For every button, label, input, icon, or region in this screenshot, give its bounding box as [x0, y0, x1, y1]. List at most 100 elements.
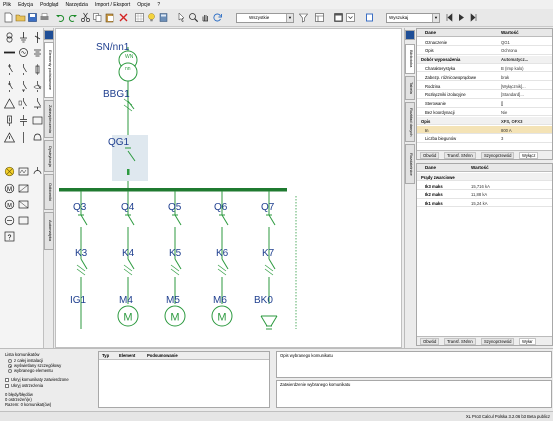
tab-obwod[interactable]: Obwód [420, 152, 440, 159]
ups-symbol-icon[interactable] [17, 182, 30, 195]
paste-icon[interactable] [104, 12, 115, 23]
messages-table[interactable]: Typ Element Podsumowanie [98, 351, 270, 408]
rcd-symbol-icon[interactable] [31, 80, 44, 93]
lamp-off-icon[interactable] [17, 131, 30, 144]
switch-symbol-icon[interactable] [17, 63, 30, 76]
property-row[interactable]: Rodzina [Wyłącznik]... [417, 82, 552, 90]
tab-szynoprzewod[interactable]: Szynoprzewód [481, 338, 515, 345]
col-podsumowanie[interactable]: Podsumowanie [147, 353, 178, 358]
menu-plik[interactable]: Plik [3, 2, 11, 8]
pointer-icon[interactable] [176, 12, 187, 23]
search-field[interactable]: Wyszukaj ▼ [386, 13, 440, 23]
checkbox-hide-warnings[interactable] [5, 384, 9, 388]
tab-biblioteka[interactable]: Bibliotoka [405, 44, 415, 74]
copy-icon[interactable] [92, 12, 103, 23]
col-typ[interactable]: Typ [102, 353, 109, 358]
diagram-canvas[interactable]: M M M SN/nn1 WN nn BBG1 QG1 Q3 Q4 Q5 Q6 Q7… [55, 28, 402, 348]
property-value[interactable]: 3 [501, 136, 545, 141]
property-value[interactable]: [] [501, 101, 545, 106]
col-element[interactable]: Element [119, 353, 135, 358]
property-row[interactable]: Charakterystyka B (Imp kalo) [417, 64, 552, 73]
menu-podglad[interactable]: Podgląd [40, 2, 58, 8]
tab-automatyka[interactable]: Automatyka [44, 212, 54, 250]
new-file-icon[interactable] [3, 12, 14, 23]
help-box-icon[interactable]: ? [3, 230, 16, 243]
menu-help[interactable]: ? [157, 2, 160, 8]
property-value[interactable]: B (Imp kalo) [501, 66, 545, 71]
inverter-symbol-icon[interactable] [17, 198, 30, 211]
grid-icon[interactable] [134, 12, 145, 23]
tab-szynoprzewod[interactable]: Szynoprzewód [481, 152, 515, 159]
print-icon[interactable] [39, 12, 50, 23]
property-value[interactable]: QG1 [501, 40, 545, 45]
message-approval[interactable]: Zatwierdzenie wybranego komunikatu [276, 380, 552, 408]
delete-icon[interactable] [118, 12, 129, 23]
window-icon[interactable] [333, 12, 344, 23]
bulb-icon[interactable] [146, 12, 157, 23]
layout-icon[interactable] [314, 12, 325, 23]
tab-rozklad-danych[interactable]: Rozkład danych [405, 102, 415, 142]
checkbox-hide-approved[interactable] [5, 378, 9, 382]
property-row[interactable]: Oznaczenie QG1 [417, 38, 552, 46]
filter-apply-icon[interactable] [298, 12, 309, 23]
tab-obwod[interactable]: Obwód [420, 338, 440, 345]
refresh-icon[interactable] [212, 12, 223, 23]
socket-symbol-icon[interactable] [31, 165, 44, 178]
menu-edycja[interactable]: Edycja [18, 2, 33, 8]
surge-arrester-icon[interactable] [3, 114, 16, 127]
group-row[interactable]: Prądy zwarciowe [417, 173, 552, 181]
transformer-symbol-icon[interactable] [3, 31, 16, 44]
menu-import-eksport[interactable]: Import / Eksport [95, 2, 130, 8]
message-description[interactable]: Opis wybranego komunikatu [276, 351, 552, 378]
property-value[interactable]: 800 A [501, 128, 545, 133]
property-row[interactable]: Dobór wyposażenia Automatycz... [417, 55, 552, 64]
contactor-symbol-icon[interactable] [3, 80, 16, 93]
redo-icon[interactable] [67, 12, 78, 23]
nav-last-icon[interactable] [468, 12, 479, 23]
tab-rozdzielnice[interactable]: Rozdzielnice [405, 144, 415, 184]
disconnector-symbol-icon[interactable] [17, 80, 30, 93]
bell-symbol-icon[interactable] [31, 131, 44, 144]
meter-symbol-icon[interactable] [31, 114, 44, 127]
lamp-symbol-icon[interactable] [3, 165, 16, 178]
property-row[interactable]: Opis Ochrona [417, 47, 552, 55]
property-row[interactable]: Rozłączniki izolacyjne [Standard]... [417, 91, 552, 99]
radio-selected-element[interactable] [8, 369, 12, 373]
isolator-symbol-icon[interactable] [31, 97, 44, 110]
property-row[interactable]: Bez koordynacji Nie [417, 108, 552, 117]
tab-transf-sn-nn[interactable]: Transf. SN/nn [444, 338, 476, 345]
property-row[interactable]: Opis XFS, OFX3 [417, 117, 552, 126]
radio-whole-install[interactable] [8, 359, 12, 363]
zoom-icon[interactable] [188, 12, 199, 23]
options-dropdown-icon[interactable] [345, 12, 356, 23]
tab-tabela[interactable]: Tabela [405, 76, 415, 100]
meter-m-symbol-icon[interactable]: M [3, 198, 16, 211]
tab-odbiorniki[interactable]: Odbiorniki [44, 174, 54, 210]
calc-icon[interactable] [158, 12, 169, 23]
menu-opcje[interactable]: Opcje [137, 2, 150, 8]
tab-transf-sn-nn[interactable]: Transf. SN/nn [444, 152, 476, 159]
pin-icon[interactable] [44, 30, 54, 40]
save-icon[interactable] [27, 12, 38, 23]
result-row[interactable]: Ik3 maks 15,716 kA [417, 182, 552, 190]
tab-dystrybucja[interactable]: Dystrybucja [44, 140, 54, 172]
property-value[interactable]: brak [501, 75, 545, 80]
property-row[interactable]: Liczba biegunów 3 [417, 135, 552, 143]
property-value[interactable]: [Wyłącznik]... [501, 84, 545, 89]
transformer-box-icon[interactable] [17, 214, 30, 227]
property-value[interactable]: Nie [501, 110, 545, 115]
capacitor-symbol-icon[interactable] [17, 114, 30, 127]
result-row[interactable]: Ik1 maks 15,24 kA [417, 199, 552, 207]
earth-symbol-icon[interactable] [17, 31, 30, 44]
property-value[interactable]: Automatycz... [501, 57, 545, 62]
motor-symbol-icon[interactable]: M [3, 182, 16, 195]
property-value[interactable]: [Standard]... [501, 92, 545, 97]
menu-narzedzia[interactable]: Narzędzia [65, 2, 88, 8]
generator-symbol-icon[interactable] [17, 46, 30, 59]
undo-icon[interactable] [55, 12, 66, 23]
tab-zabezpieczenia[interactable]: Zabezpieczenia [44, 100, 54, 138]
library-icon[interactable] [364, 12, 375, 23]
result-row[interactable]: Ik2 maks 11,88 kA [417, 191, 552, 199]
cut-icon[interactable] [80, 12, 91, 23]
breaker-symbol-icon[interactable] [3, 63, 16, 76]
